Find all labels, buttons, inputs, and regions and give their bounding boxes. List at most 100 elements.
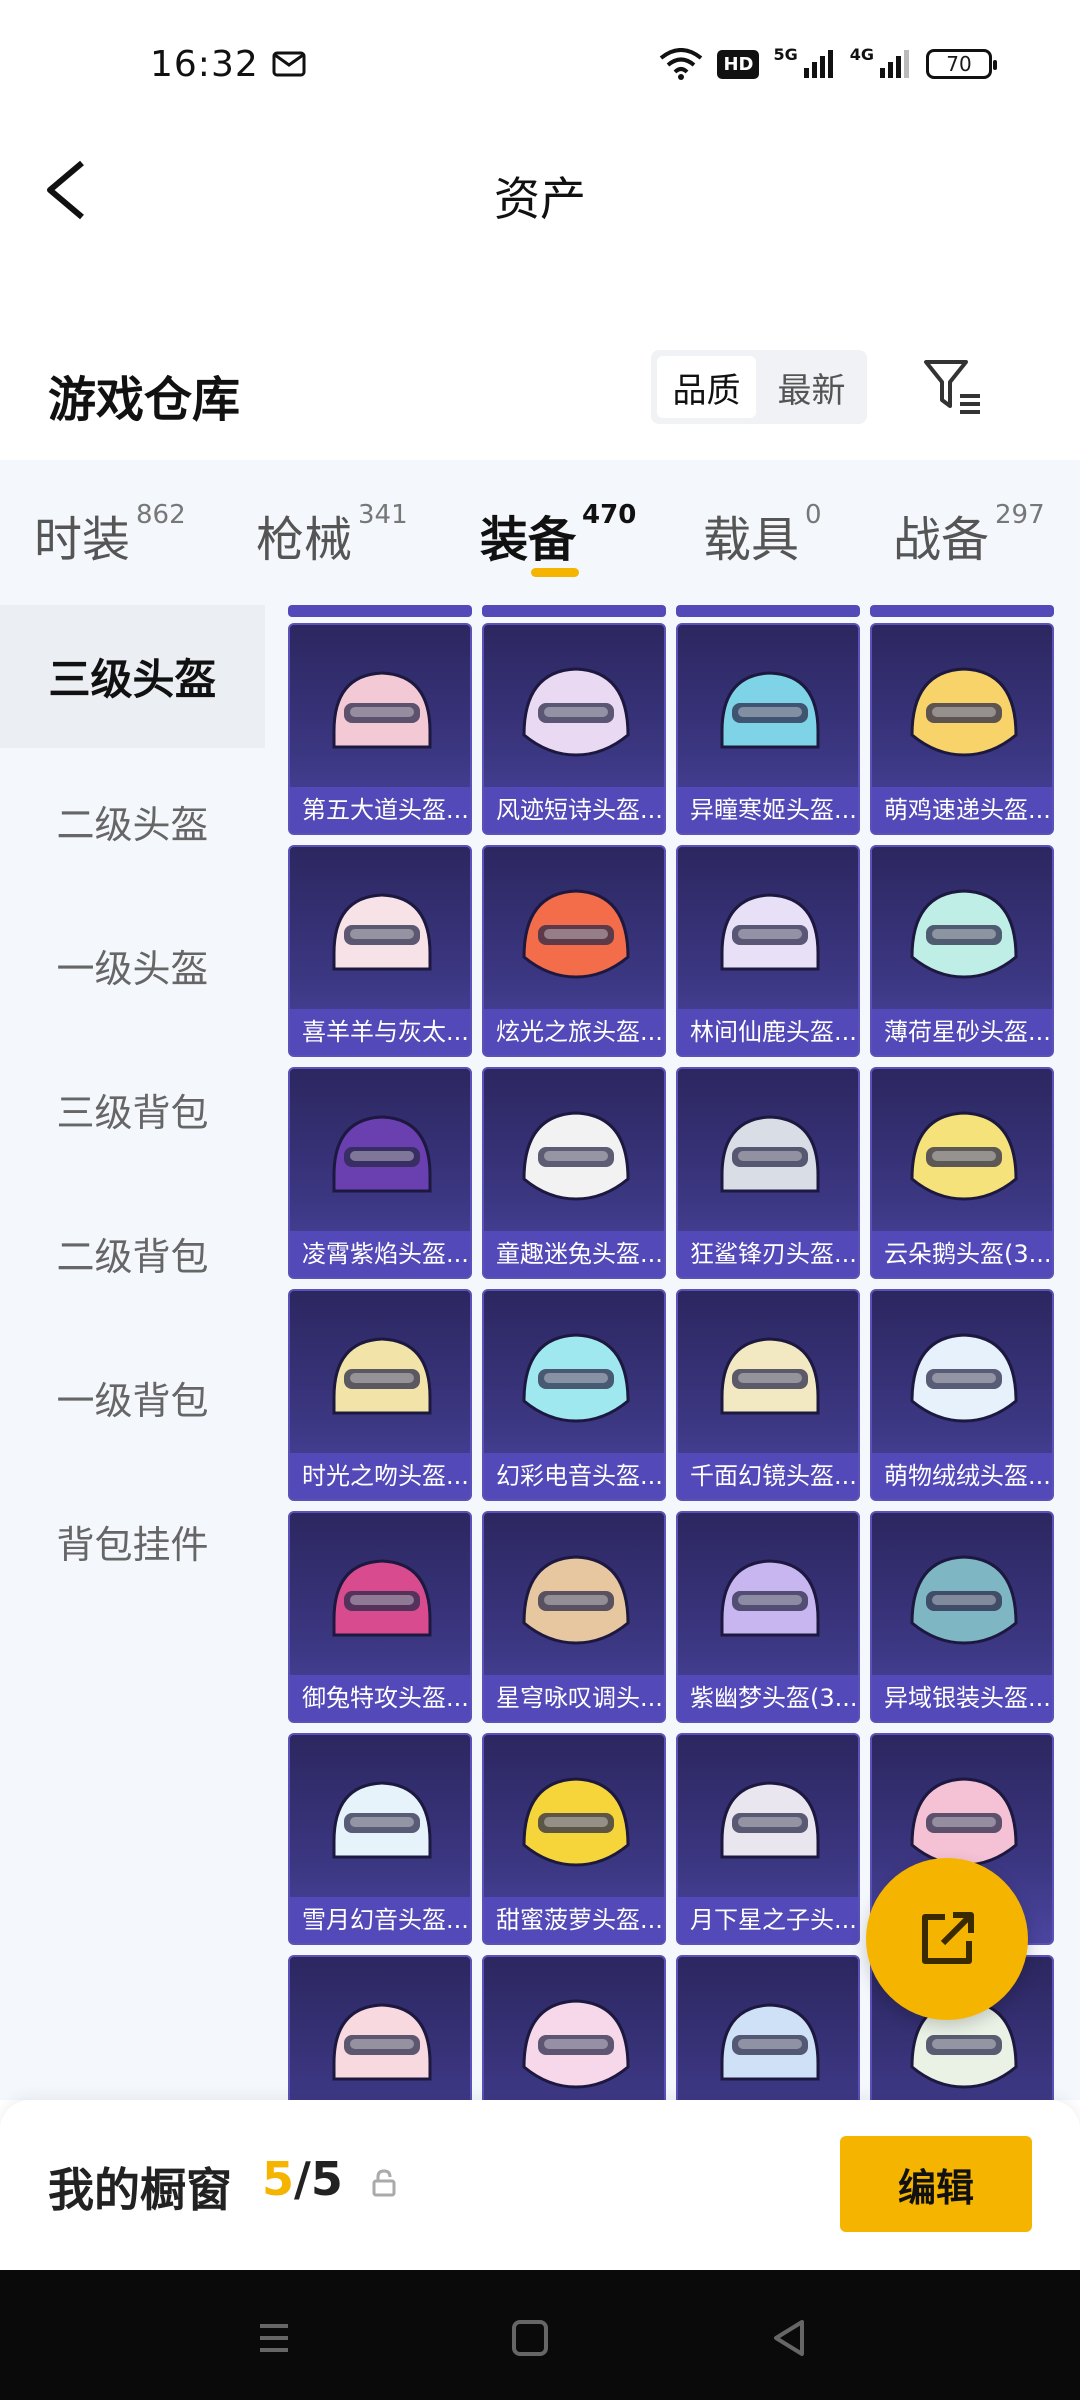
header: 资产 <box>0 135 1080 245</box>
tab-label: 战备 <box>893 512 990 568</box>
helmet-icon <box>720 893 820 971</box>
sidebar-item-level1-backpack[interactable]: 一级背包 <box>0 1326 265 1469</box>
item-card[interactable]: 星穹咏叹调头... <box>482 1511 666 1723</box>
item-card[interactable] <box>288 1955 472 2100</box>
filter-icon[interactable] <box>922 356 984 416</box>
net-5g-label: 5G <box>773 44 798 64</box>
item-card-partial <box>288 605 472 617</box>
sidebar-item-level3-backpack[interactable]: 三级背包 <box>0 1038 265 1181</box>
item-card[interactable]: 御兔特攻头盔... <box>288 1511 472 1723</box>
item-card[interactable]: 风迹短诗头盔... <box>482 623 666 835</box>
item-card[interactable]: 狂鲨锋刃头盔... <box>676 1067 860 1279</box>
item-card-partial <box>676 605 860 617</box>
item-card[interactable]: 炫光之旅头盔... <box>482 845 666 1057</box>
helmet-icon <box>720 671 820 749</box>
helmet-icon <box>720 1559 820 1637</box>
sidebar-item-level1-helmet[interactable]: 一级头盔 <box>0 894 265 1037</box>
item-card[interactable]: 异瞳寒姬头盔... <box>676 623 860 835</box>
tab-fashion[interactable]: 时装 862 <box>34 500 186 570</box>
sidebar-item-level2-helmet[interactable]: 二级头盔 <box>0 750 265 893</box>
item-name: 凌霄紫焰头盔... <box>290 1231 470 1277</box>
tab-vehicles[interactable]: 载具 0 <box>703 500 822 570</box>
lock-icon <box>372 2169 396 2197</box>
tab-count: 341 <box>358 500 408 530</box>
helmet-icon <box>720 1115 820 1193</box>
item-name: 云朵鹅头盔(3... <box>872 1231 1052 1277</box>
wifi-icon <box>660 48 703 80</box>
item-card[interactable]: 凌霄紫焰头盔... <box>288 1067 472 1279</box>
item-card[interactable]: 幻彩电音头盔... <box>482 1289 666 1501</box>
item-name: 雪月幻音头盔... <box>290 1897 470 1943</box>
item-name: 御兔特攻头盔... <box>290 1675 470 1721</box>
showcase-label: 我的橱窗 <box>48 2163 232 2217</box>
helmet-icon <box>522 889 630 979</box>
sort-newest[interactable]: 最新 <box>762 356 861 418</box>
sidebar-item-backpack-charm[interactable]: 背包挂件 <box>0 1470 265 1613</box>
item-name: 薄荷星砂头盔... <box>872 1009 1052 1055</box>
sidebar-item-level3-helmet[interactable]: 三级头盔 <box>0 605 265 748</box>
item-card[interactable]: 喜羊羊与灰太... <box>288 845 472 1057</box>
item-name: 萌物绒绒头盔... <box>872 1453 1052 1499</box>
helmet-icon <box>332 1559 432 1637</box>
tab-count: 470 <box>582 500 637 530</box>
item-card-partial <box>482 605 666 617</box>
helmet-icon <box>522 1777 630 1867</box>
active-tab-indicator <box>531 568 579 577</box>
item-card[interactable] <box>676 1955 860 2100</box>
hd-badge: HD <box>717 49 760 79</box>
category-tabs: 时装 862 枪械 341 装备 470 载具 0 战备 297 <box>0 460 1080 605</box>
back-icon[interactable] <box>760 2308 820 2368</box>
item-card[interactable]: 异域银装头盔... <box>870 1511 1054 1723</box>
item-name: 喜羊羊与灰太... <box>290 1009 470 1055</box>
helmet-icon <box>522 1555 630 1645</box>
menu-icon[interactable] <box>244 2308 304 2368</box>
item-name: 紫幽梦头盔(3... <box>678 1675 858 1721</box>
helmet-icon <box>910 1333 1018 1423</box>
item-name: 萌鸡速递头盔... <box>872 787 1052 833</box>
tab-equipment[interactable]: 装备 470 <box>480 500 636 570</box>
item-card[interactable]: 紫幽梦头盔(3... <box>676 1511 860 1723</box>
item-card[interactable] <box>482 1955 666 2100</box>
warehouse-title: 游戏仓库 <box>48 372 241 428</box>
tab-count: 0 <box>805 500 822 530</box>
share-icon <box>922 1912 974 1964</box>
item-card[interactable]: 雪月幻音头盔... <box>288 1733 472 1945</box>
home-icon[interactable] <box>500 2308 560 2368</box>
sidebar-item-level2-backpack[interactable]: 二级背包 <box>0 1182 265 1325</box>
item-card[interactable]: 童趣迷兔头盔... <box>482 1067 666 1279</box>
signal-icon <box>880 50 909 78</box>
item-card[interactable]: 林间仙鹿头盔... <box>676 845 860 1057</box>
item-card[interactable]: 萌鸡速递头盔... <box>870 623 1054 835</box>
helmet-icon <box>332 1781 432 1859</box>
item-card[interactable]: 月下星之子头... <box>676 1733 860 1945</box>
page-title: 资产 <box>494 172 586 226</box>
helmet-icon <box>720 1337 820 1415</box>
helmet-icon <box>910 1555 1018 1645</box>
item-name: 星穹咏叹调头... <box>484 1675 664 1721</box>
item-card[interactable]: 第五大道头盔... <box>288 623 472 835</box>
item-name: 甜蜜菠萝头盔... <box>484 1897 664 1943</box>
tab-label: 装备 <box>480 512 577 568</box>
system-nav-bar <box>0 2270 1080 2400</box>
item-card[interactable]: 云朵鹅头盔(3... <box>870 1067 1054 1279</box>
item-name: 时光之吻头盔... <box>290 1453 470 1499</box>
item-card[interactable]: 甜蜜菠萝头盔... <box>482 1733 666 1945</box>
helmet-icon <box>332 1115 432 1193</box>
item-card[interactable]: 薄荷星砂头盔... <box>870 845 1054 1057</box>
status-icons: HD 5G 4G 70 <box>659 44 997 84</box>
helmet-icon <box>332 1337 432 1415</box>
item-card[interactable]: 萌物绒绒头盔... <box>870 1289 1054 1501</box>
status-time: 16:32 <box>150 44 259 85</box>
item-card[interactable]: 千面幻镜头盔... <box>676 1289 860 1501</box>
item-card[interactable]: 时光之吻头盔... <box>288 1289 472 1501</box>
sort-quality[interactable]: 品质 <box>657 356 756 418</box>
helmet-icon <box>332 893 432 971</box>
edit-button[interactable]: 编辑 <box>840 2136 1032 2232</box>
tab-weapons[interactable]: 枪械 341 <box>256 500 408 570</box>
mail-icon <box>272 51 306 77</box>
tab-supplies[interactable]: 战备 297 <box>893 500 1045 570</box>
helmet-icon <box>522 1111 630 1201</box>
item-name: 千面幻镜头盔... <box>678 1453 858 1499</box>
share-button[interactable] <box>866 1858 1028 2020</box>
item-name: 幻彩电音头盔... <box>484 1453 664 1499</box>
